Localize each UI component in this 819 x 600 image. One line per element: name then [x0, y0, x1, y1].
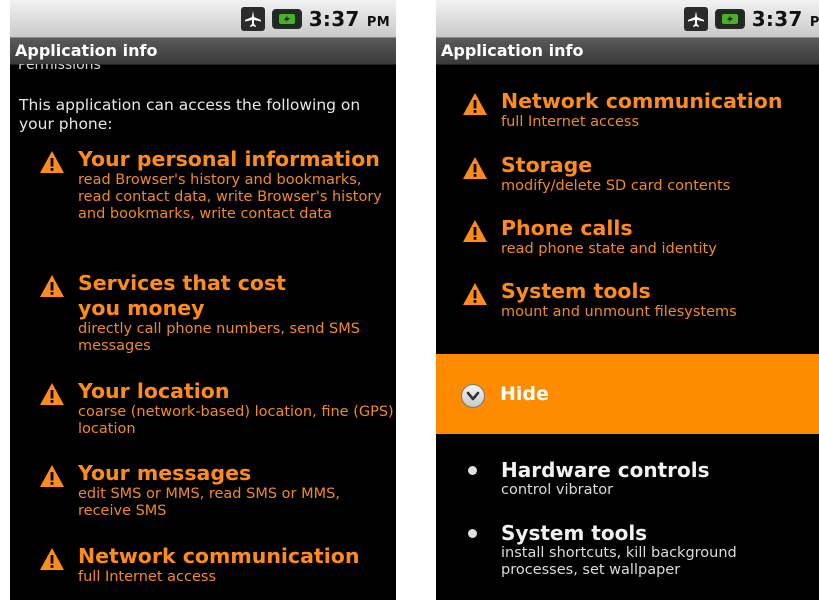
hide-label: Hide [500, 383, 549, 405]
permission-item[interactable]: Your messages edit SMS or MMS, read SMS … [39, 461, 394, 520]
clock: 3:37 PM [751, 6, 819, 31]
permission-item[interactable]: Storage modify/delete SD card contents [462, 153, 817, 195]
permission-desc: install shortcuts, kill background proce… [501, 545, 737, 578]
permission-desc: read phone state and identity [501, 241, 717, 257]
permission-desc: directly call phone numbers, send SMS me… [78, 321, 360, 354]
permission-title: Hardware controls [501, 458, 710, 482]
page-title: Application info [441, 41, 584, 60]
warning-icon [40, 151, 64, 173]
permission-title: Your personal information [78, 147, 380, 171]
warning-icon [463, 220, 487, 242]
screen-right: 3:37 PM Application info Network communi… [436, 0, 819, 600]
warning-icon [40, 383, 64, 405]
permissions-intro: This application can access the followin… [19, 96, 361, 133]
battery-icon [714, 8, 745, 29]
chevron-down-icon [461, 384, 485, 408]
bullet-icon [468, 529, 477, 538]
permission-item[interactable]: Your personal information read Browser's… [39, 147, 394, 223]
permission-desc: read Browser's history and bookmarks, re… [78, 172, 382, 222]
warning-icon [463, 157, 487, 179]
hide-button[interactable]: Hide [436, 354, 819, 434]
status-bar: 3:37 PM [436, 0, 819, 38]
permission-item[interactable]: Your location coarse (network-based) loc… [39, 379, 394, 438]
permission-desc: full Internet access [501, 114, 640, 130]
permission-title: Your messages [78, 461, 252, 485]
warning-icon [463, 283, 487, 305]
permission-desc: control vibrator [501, 482, 614, 498]
airplane-icon [240, 6, 265, 31]
permission-item[interactable]: Hardware controls control vibrator [468, 458, 808, 499]
permission-item[interactable]: Network communication full Internet acce… [39, 544, 394, 586]
permission-item[interactable]: Network communication full Internet acce… [462, 89, 817, 131]
warning-icon [40, 275, 64, 297]
permission-item[interactable]: Phone calls read phone state and identit… [462, 216, 817, 258]
warning-icon [463, 93, 487, 115]
permission-desc: modify/delete SD card contents [501, 178, 731, 194]
screen-left: 3:37 PM Application info Permissions Thi… [10, 0, 396, 600]
permission-title: Storage [501, 153, 593, 177]
permission-desc: full Internet access [78, 569, 217, 585]
section-heading-cut: Permissions [18, 64, 101, 73]
title-bar: Application info [436, 38, 819, 65]
permission-title: Network communication [501, 89, 783, 113]
permission-item[interactable]: System tools install shortcuts, kill bac… [468, 521, 808, 579]
warning-icon [40, 465, 64, 487]
airplane-icon [683, 6, 708, 31]
permission-title: Services that cost you money [78, 271, 286, 320]
permission-title: Network communication [78, 544, 360, 568]
status-bar: 3:37 PM [10, 0, 396, 38]
page-title: Application info [15, 41, 158, 60]
clock: 3:37 PM [308, 6, 390, 31]
permission-desc: mount and unmount filesystems [501, 304, 737, 320]
permission-desc: coarse (network-based) location, fine (G… [78, 404, 394, 437]
battery-icon [271, 8, 302, 29]
permission-title: Phone calls [501, 216, 633, 240]
bullet-icon [468, 466, 477, 475]
permission-desc: edit SMS or MMS, read SMS or MMS, receiv… [78, 486, 340, 519]
warning-icon [40, 548, 64, 570]
permission-title: System tools [501, 279, 651, 303]
permission-title: System tools [501, 521, 648, 545]
permission-item[interactable]: Services that cost you money directly ca… [39, 271, 394, 355]
title-bar: Application info [10, 38, 396, 65]
permission-item[interactable]: System tools mount and unmount filesyste… [462, 279, 817, 321]
permission-title: Your location [78, 379, 230, 403]
